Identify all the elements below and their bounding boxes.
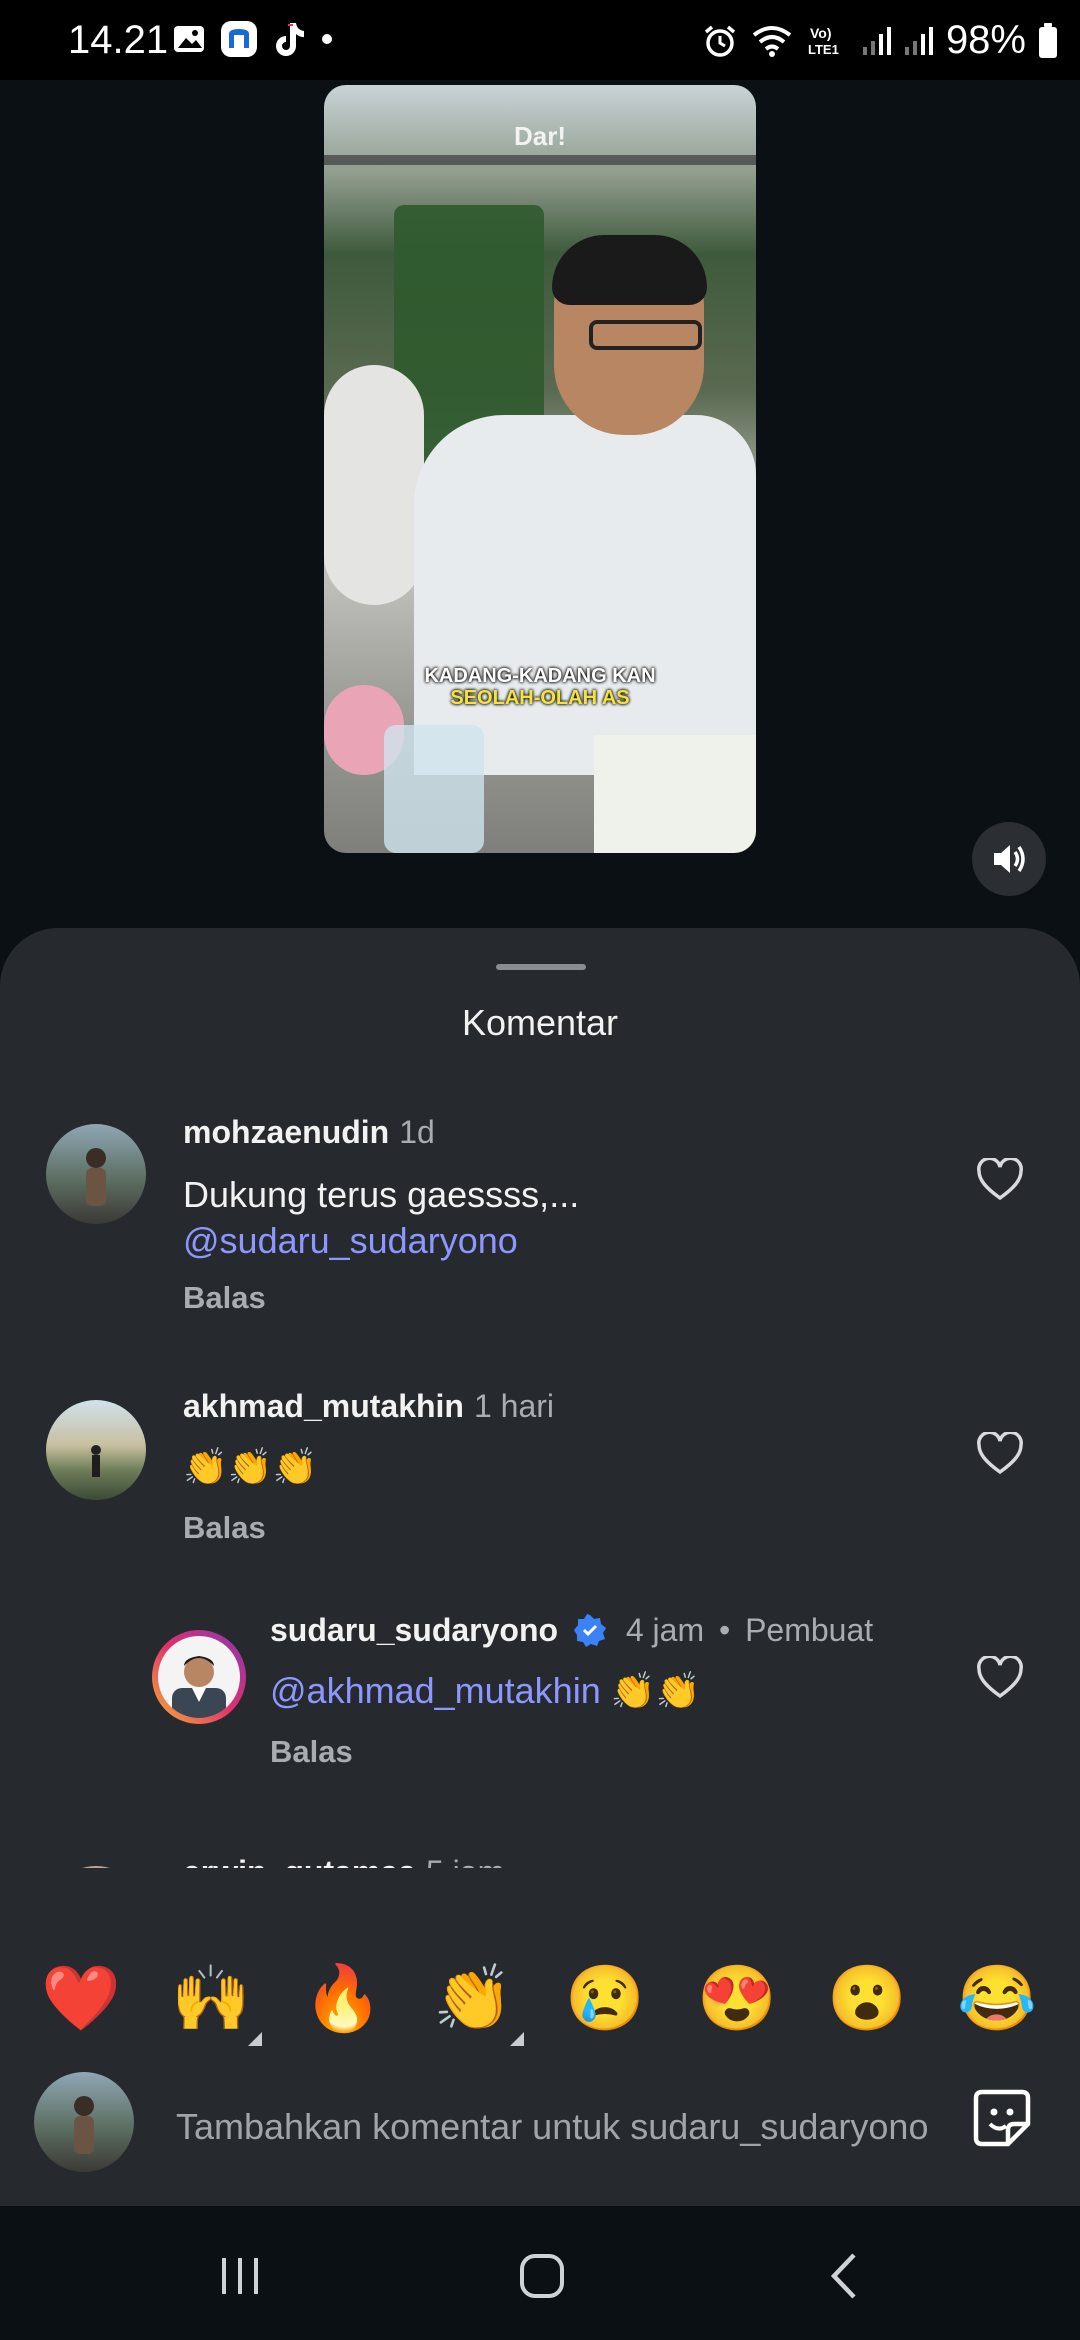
reaction-crying[interactable]: 😢 (560, 1958, 650, 2038)
username-text[interactable]: akhmad_mutakhin (183, 1388, 464, 1424)
comments-list[interactable]: mohzaenudin 1d Dukung terus gaessss,... @… (0, 1088, 1080, 1868)
status-bar: 14.21 Vo) LTE1 98% (0, 0, 1080, 80)
comment-username[interactable]: sudaru_sudaryono 4 jam • Pembuat (270, 1612, 873, 1649)
comment-username[interactable]: akhmad_mutakhin 1 hari (183, 1388, 554, 1425)
video-player[interactable]: Dar! KADANG-KADANG KAN SEOLAH-OLAH AS (324, 85, 756, 853)
back-icon (830, 2253, 856, 2299)
quick-reactions-bar: ❤️ 🙌 🔥 👏 😢 😍 😮 😂 (0, 1938, 1080, 2070)
app-icon (221, 21, 257, 57)
sticker-icon[interactable] (970, 2086, 1034, 2150)
system-nav-bar (0, 2206, 1080, 2340)
reaction-heart[interactable]: ❤️ (36, 1958, 126, 2038)
reply-button[interactable]: Balas (183, 1510, 266, 1546)
username-text[interactable]: erwin_gutamaa (183, 1854, 416, 1868)
skin-tone-indicator (248, 2032, 262, 2046)
signal-icon (904, 26, 933, 55)
comment-emoji: 👏👏 (610, 1670, 701, 1711)
creator-avatar[interactable] (152, 1630, 246, 1724)
video-caption-line1: KADANG-KADANG KAN (424, 665, 656, 687)
gallery-icon (174, 26, 204, 52)
status-time: 14.21 (68, 18, 169, 62)
signal-icon (862, 26, 891, 55)
comment-input[interactable]: Tambahkan komentar untuk sudaru_sudaryon… (176, 2106, 930, 2148)
heart-icon[interactable] (976, 1656, 1024, 1700)
comment-text: @akhmad_mutakhin 👏👏 (270, 1668, 700, 1714)
video-scene-person-body (414, 415, 756, 775)
video-watermark: Dar! (514, 121, 567, 151)
reaction-laughing[interactable]: 😂 (952, 1958, 1042, 2038)
username-text[interactable]: sudaru_sudaryono (270, 1612, 558, 1648)
comment-text: 👏👏👏 (183, 1446, 318, 1487)
comment-composer: Tambahkan komentar untuk sudaru_sudaryon… (0, 2060, 1080, 2206)
svg-text:Vo): Vo) (810, 25, 832, 41)
video-scene-rail (324, 155, 756, 165)
comment-time: 1d (399, 1114, 435, 1150)
user-avatar (34, 2072, 134, 2172)
username-text[interactable]: mohzaenudin (183, 1114, 389, 1150)
comment-time: 5 jam (426, 1854, 504, 1868)
video-scene-person-hair (552, 235, 707, 305)
recent-apps-button[interactable] (200, 2236, 280, 2316)
dot-icon (322, 34, 332, 44)
comment-username[interactable]: erwin_gutamaa 5 jam (183, 1854, 504, 1868)
home-icon (520, 2254, 564, 2298)
video-caption-line2: SEOLAH-OLAH AS (450, 687, 630, 709)
tiktok-icon (276, 23, 304, 56)
reply-button[interactable]: Balas (183, 1280, 266, 1316)
verified-badge-icon (573, 1614, 606, 1647)
reaction-surprised[interactable]: 😮 (822, 1958, 912, 2038)
reaction-heart-eyes[interactable]: 😍 (692, 1958, 782, 2038)
svg-text:LTE1: LTE1 (808, 42, 839, 57)
avatar[interactable] (46, 1866, 146, 1868)
comment-time: 1 hari (473, 1388, 555, 1424)
comment-mention[interactable]: @akhmad_mutakhin (270, 1670, 601, 1711)
video-scene-chair (324, 365, 424, 605)
home-button[interactable] (502, 2236, 582, 2316)
heart-icon[interactable] (976, 1158, 1024, 1202)
battery-icon (1039, 22, 1057, 58)
reaction-raised-hands[interactable]: 🙌 (166, 1958, 256, 2038)
video-scene-glasses (589, 320, 702, 350)
sheet-title: Komentar (461, 1002, 619, 1043)
video-scene-paper (594, 735, 756, 853)
volte-icon: Vo)LTE1 (808, 25, 839, 57)
wifi-icon (752, 25, 792, 57)
comment-text-line: Dukung terus gaessss,... (183, 1174, 580, 1215)
mute-button[interactable] (972, 822, 1046, 896)
sheet-drag-handle[interactable] (496, 964, 586, 970)
reply-button[interactable]: Balas (270, 1734, 353, 1770)
comment-mention[interactable]: @sudaru_sudaryono (183, 1218, 579, 1264)
avatar[interactable] (46, 1124, 146, 1224)
comment-username[interactable]: mohzaenudin 1d (183, 1114, 435, 1151)
reaction-clap[interactable]: 👏 (428, 1958, 518, 2038)
dot-separator: • (718, 1612, 731, 1648)
speaker-icon (994, 845, 1025, 873)
comment-text: Dukung terus gaessss,... @sudaru_sudaryo… (183, 1172, 579, 1264)
heart-icon[interactable] (976, 1432, 1024, 1476)
battery-percent: 98% (945, 18, 1026, 62)
video-scene-bottles (384, 725, 484, 853)
comment-time: 4 jam (625, 1612, 705, 1648)
alarm-icon (704, 25, 736, 57)
reaction-fire[interactable]: 🔥 (298, 1958, 388, 2038)
creator-badge: Pembuat (745, 1612, 874, 1648)
avatar[interactable] (46, 1400, 146, 1500)
skin-tone-indicator (510, 2032, 524, 2046)
recent-apps-icon (222, 2258, 258, 2294)
back-button[interactable] (804, 2236, 884, 2316)
